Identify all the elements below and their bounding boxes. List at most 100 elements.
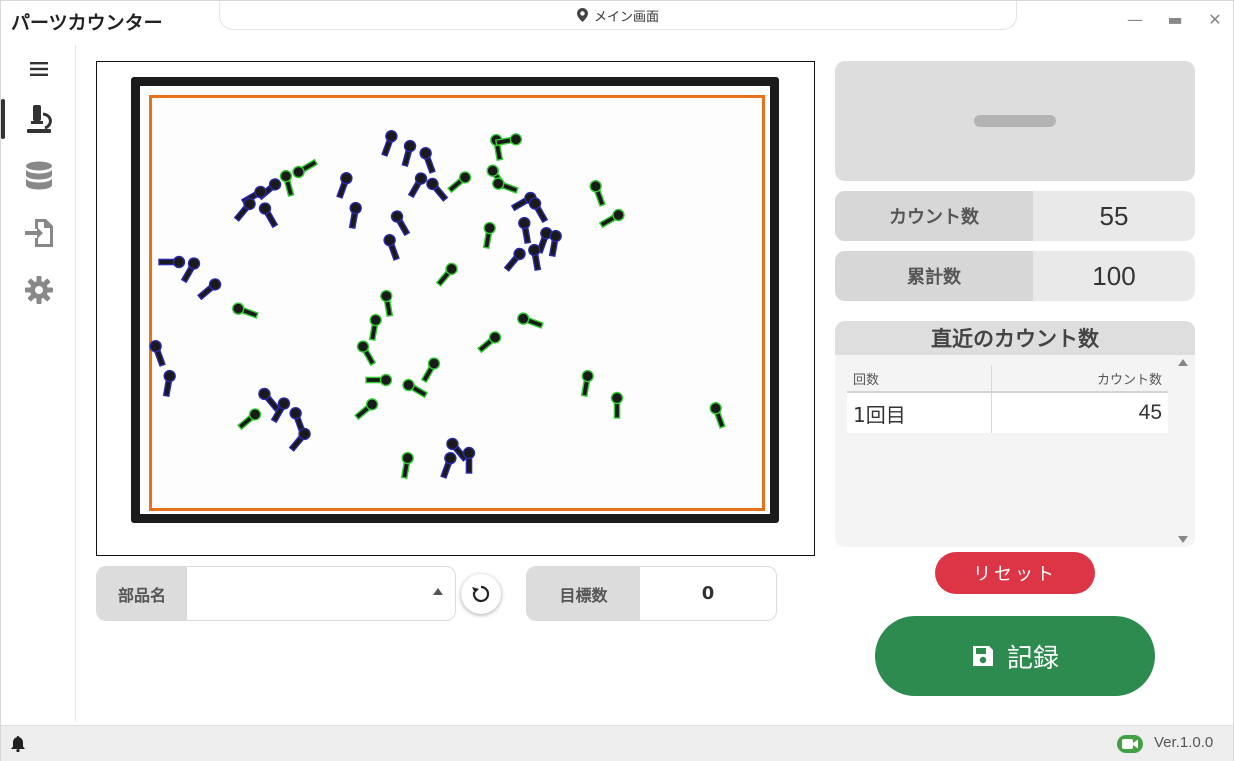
part-name-group: 部品名 [96, 566, 456, 621]
counted-part [292, 158, 319, 179]
location-label: メイン画面 [593, 9, 659, 25]
count-label: カウント数 [835, 191, 1033, 241]
location-indicator: メイン画面 [219, 1, 1017, 30]
reset-button[interactable]: リセット [935, 552, 1095, 594]
counted-part [435, 262, 458, 287]
grouped-part [348, 201, 362, 230]
version-label: Ver.1.0.0 [1154, 734, 1214, 751]
camera-view [96, 61, 815, 556]
grouped-part [381, 130, 398, 157]
app-window: パーツカウンター メイン画面 — ▬ ✕ 部品名 目標数 0 カウント数 55 … [0, 0, 1234, 761]
database-icon [25, 161, 52, 190]
part-name-select[interactable] [187, 567, 455, 620]
row-count: 45 [1138, 401, 1162, 424]
counted-part [589, 180, 606, 207]
grouped-part [158, 255, 186, 269]
status-bar: Ver.1.0.0 [1, 725, 1233, 761]
counted-part [368, 313, 382, 342]
counted-part [447, 171, 472, 194]
caret-up-icon[interactable] [433, 588, 443, 595]
target-count-input[interactable]: 0 [640, 567, 776, 620]
counted-part [490, 133, 504, 162]
grouped-part [528, 197, 549, 224]
sidebar-menu-button[interactable] [1, 45, 76, 93]
grouped-part [233, 197, 256, 222]
total-value: 100 [1092, 260, 1136, 291]
grouped-part [419, 147, 436, 174]
counted-part [420, 357, 441, 384]
video-camera-icon [1122, 739, 1138, 749]
counted-part [477, 331, 502, 354]
column-header-count[interactable]: カウント数 [992, 365, 1168, 391]
counted-part [492, 177, 519, 194]
total-stat: 累計数 100 [835, 251, 1195, 301]
total-label: 累計数 [835, 251, 1033, 301]
grouped-part [440, 452, 457, 479]
recent-counts-title: 直近のカウント数 [835, 321, 1195, 355]
bell-icon[interactable] [11, 736, 25, 752]
app-title: パーツカウンター [11, 12, 163, 34]
detected-parts-layer [149, 130, 726, 480]
gear-icon [24, 276, 53, 304]
counted-part [380, 289, 394, 318]
grouped-part [288, 427, 311, 452]
count-value: 55 [1099, 200, 1129, 231]
record-label: 記録 [1006, 643, 1059, 674]
counted-part [400, 451, 414, 480]
grouped-part [503, 247, 526, 272]
column-header-round[interactable]: 回数 [847, 365, 992, 391]
minimize-button[interactable]: — [1124, 10, 1146, 29]
scroll-down-arrow[interactable] [1178, 536, 1188, 543]
counted-part [354, 398, 379, 421]
counted-part [580, 369, 594, 398]
grouped-part [390, 210, 411, 237]
grouped-part [518, 216, 532, 245]
map-pin-icon [576, 8, 588, 22]
record-button[interactable]: 記録 [875, 616, 1155, 696]
grouped-part [197, 278, 222, 301]
part-name-label: 部品名 [97, 567, 187, 620]
save-icon [972, 646, 993, 666]
sidebar-item-database[interactable] [1, 152, 76, 200]
grouped-part [426, 177, 449, 202]
counted-part [610, 391, 624, 419]
sidebar-item-settings[interactable] [1, 266, 76, 314]
table-row[interactable]: 1回目 45 [847, 393, 1168, 433]
recent-counts-table: 回数 カウント数 1回目 45 [847, 365, 1168, 433]
recent-counts-panel: 直近のカウント数 回数 カウント数 1回目 45 [835, 321, 1195, 547]
camera-status-badge [1117, 735, 1143, 753]
row-round: 1回目 [847, 393, 992, 433]
grouped-part [383, 234, 400, 261]
target-count-label: 目標数 [527, 567, 640, 620]
refresh-icon [472, 585, 490, 603]
title-bar: パーツカウンター メイン画面 — ▬ ✕ [1, 1, 1233, 39]
target-count-group: 目標数 0 [526, 566, 777, 621]
file-import-icon [24, 219, 53, 247]
sidebar [1, 45, 76, 721]
grouped-part [401, 139, 417, 167]
counted-part [237, 408, 262, 431]
grouped-part [162, 369, 176, 398]
sidebar-item-camera[interactable] [1, 95, 76, 143]
counted-part [517, 312, 544, 329]
counted-part [232, 302, 259, 319]
grouped-part [149, 340, 166, 367]
grouped-part [407, 172, 428, 199]
table-header: 回数 カウント数 [847, 365, 1168, 393]
counted-part [598, 208, 625, 229]
counted-part [482, 221, 496, 250]
grouped-part [258, 202, 279, 229]
grouped-part [336, 172, 353, 199]
counted-part [365, 373, 393, 387]
microscope-icon [26, 105, 52, 133]
refresh-button[interactable] [461, 574, 501, 614]
maximize-button[interactable]: ▬ [1164, 10, 1186, 29]
scroll-up-arrow[interactable] [1178, 359, 1188, 366]
preview-placeholder [974, 115, 1056, 127]
close-button[interactable]: ✕ [1204, 10, 1226, 29]
sidebar-item-export[interactable] [1, 209, 76, 257]
count-stat: カウント数 55 [835, 191, 1195, 241]
part-preview [835, 61, 1195, 181]
counted-part [356, 340, 377, 367]
counted-part [709, 402, 726, 429]
